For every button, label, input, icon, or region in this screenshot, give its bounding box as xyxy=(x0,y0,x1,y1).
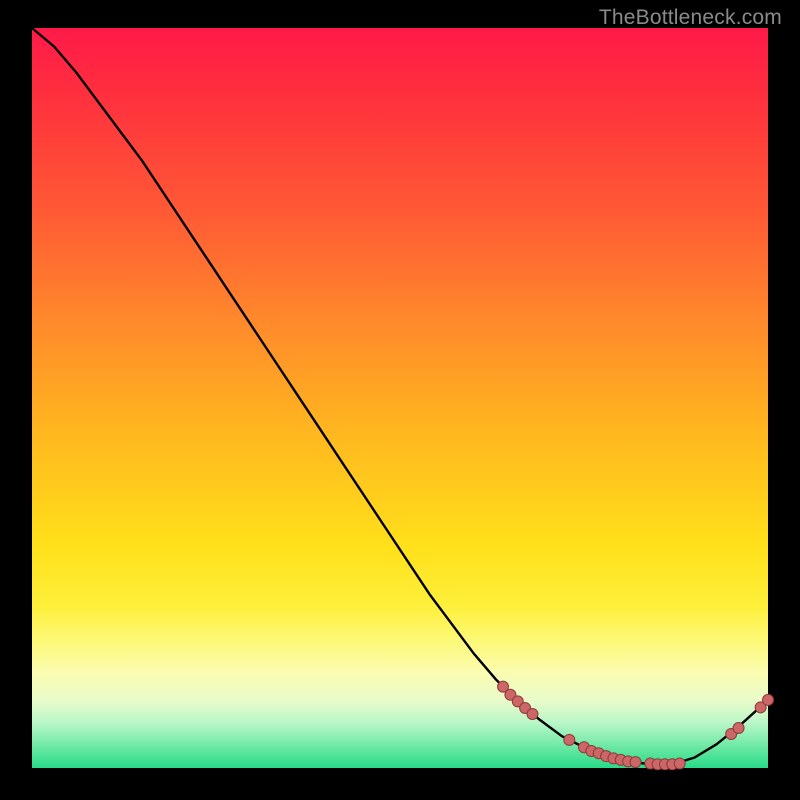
attribution-label: TheBottleneck.com xyxy=(599,6,782,30)
curve-marker xyxy=(527,708,538,719)
chart-stage: TheBottleneck.com xyxy=(0,0,800,800)
curve-marker xyxy=(733,723,744,734)
plot-area xyxy=(32,28,768,768)
curve-markers xyxy=(498,681,774,770)
curve-marker xyxy=(564,734,575,745)
curve-marker xyxy=(763,694,774,705)
curve-marker xyxy=(674,758,685,769)
curve-marker xyxy=(630,757,641,768)
bottleneck-curve xyxy=(32,28,768,764)
curve-layer xyxy=(32,28,768,768)
